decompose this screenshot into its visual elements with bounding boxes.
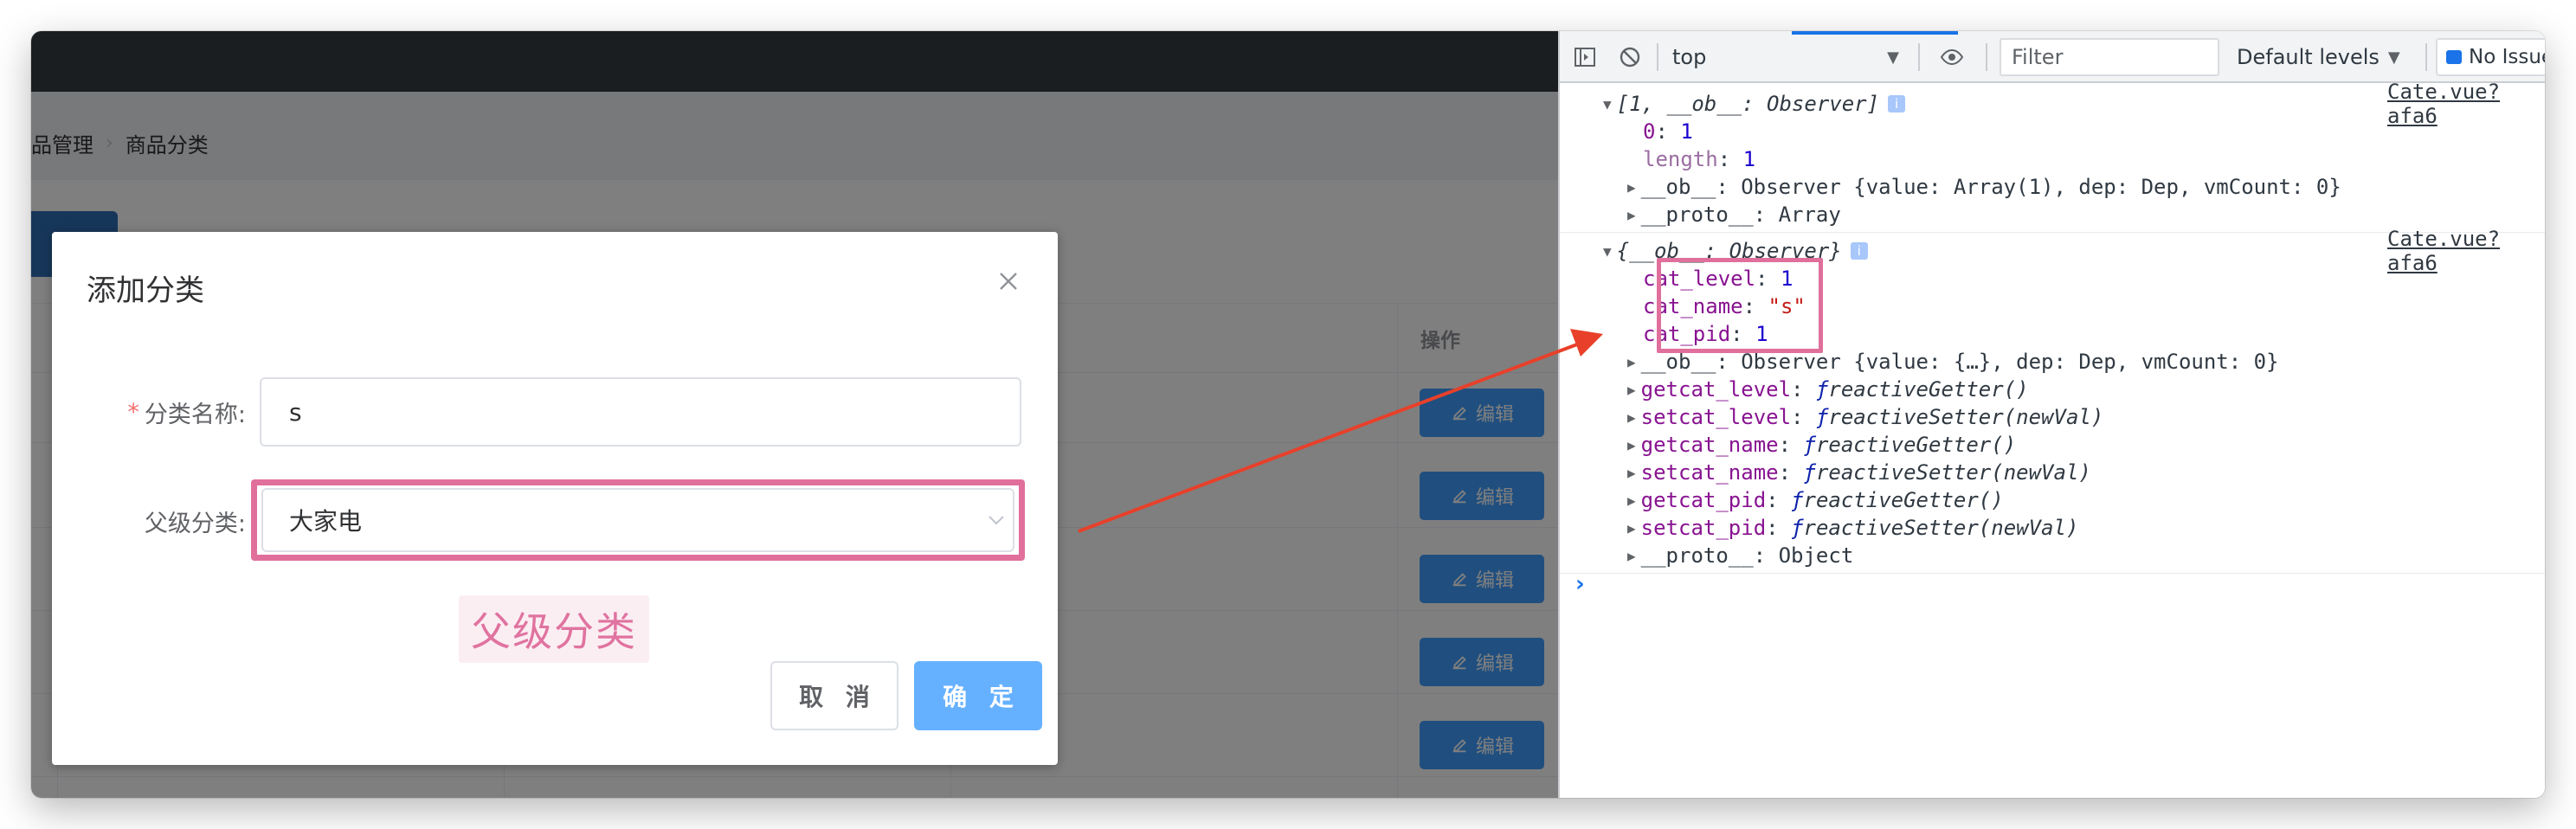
highlight-frame: [1657, 258, 1823, 353]
proto-line: __proto__: Object: [1640, 543, 1854, 568]
console-message-summary[interactable]: ▼ [1, __ob__: Observer] i: [1603, 90, 1906, 118]
category-name-input-value: s: [289, 397, 302, 427]
chevron-down-icon[interactable]: [987, 511, 1006, 530]
expand-triangle-icon[interactable]: ▶: [1627, 354, 1636, 370]
required-mark: *: [127, 398, 139, 426]
accessor-function: reactiveGetter(): [1803, 488, 2004, 512]
source-link[interactable]: Cate.vue?afa6: [2387, 80, 2545, 128]
accessor-name: cat_pid: [1678, 488, 1767, 512]
accessor-function: reactiveSetter(newVal): [1815, 460, 2091, 485]
expand-triangle-icon[interactable]: ▶: [1627, 409, 1636, 426]
accessor-name: cat_name: [1678, 433, 1779, 457]
source-link[interactable]: Cate.vue?afa6: [2387, 227, 2545, 275]
toolbar-divider: [1918, 43, 1920, 71]
expand-triangle-icon[interactable]: ▶: [1627, 207, 1636, 223]
message-divider: [1560, 573, 2545, 574]
accessor-function: reactiveGetter(): [1815, 433, 2017, 457]
browser-window: 商品管理 › 商品分类 加 操作 编辑 编辑: [31, 31, 2545, 798]
cancel-button[interactable]: 取 消: [770, 661, 898, 730]
dialog-title: 添加分类: [87, 273, 204, 308]
dropdown-triangle-icon: ▼: [1887, 48, 1899, 67]
devtools-console: top ▼ Filter Default levels ▼ No Issues …: [1558, 31, 2545, 798]
parent-category-cascader[interactable]: 大家电: [261, 488, 1014, 552]
property-value: 1: [1680, 119, 1693, 144]
category-name-label: * 分类名称:: [87, 395, 246, 429]
expand-triangle-icon[interactable]: ▶: [1627, 382, 1636, 398]
expand-triangle-icon[interactable]: ▼: [1603, 243, 1612, 260]
accessor-kind: set: [1640, 405, 1678, 429]
log-levels-dropdown[interactable]: Default levels ▼: [2237, 31, 2400, 83]
expand-triangle-icon[interactable]: ▶: [1627, 437, 1636, 453]
log-levels-label: Default levels: [2237, 45, 2380, 69]
expand-triangle-icon[interactable]: ▶: [1627, 179, 1636, 196]
expand-triangle-icon[interactable]: ▼: [1603, 96, 1612, 112]
accessor-property[interactable]: ▶ get cat_level: ƒ reactiveGetter(): [1627, 376, 2029, 403]
expand-triangle-icon[interactable]: ▶: [1627, 520, 1636, 537]
object-property[interactable]: ▶ __proto__: Object: [1627, 542, 1853, 569]
accessor-property[interactable]: ▶ set cat_name: ƒ reactiveSetter(newVal): [1627, 459, 2091, 486]
accessor-property[interactable]: ▶ get cat_pid: ƒ reactiveGetter(): [1627, 486, 2004, 514]
dropdown-triangle-icon: ▼: [2387, 48, 2400, 67]
expand-triangle-icon[interactable]: ▶: [1627, 548, 1636, 564]
eye-icon[interactable]: [1939, 31, 1965, 83]
property-key: 0: [1643, 119, 1656, 144]
issues-button[interactable]: No Issues: [2436, 38, 2545, 76]
toolbar-divider: [2425, 43, 2427, 71]
accessor-property[interactable]: ▶ set cat_level: ƒ reactiveSetter(newVal): [1627, 403, 2103, 431]
accessor-kind: get: [1640, 377, 1678, 402]
active-tab-indicator: [1792, 31, 1958, 35]
accessor-name: cat_level: [1678, 405, 1792, 429]
console-prompt[interactable]: ›: [1575, 571, 1585, 597]
property-value: 1: [1742, 147, 1756, 171]
category-name-label-text: 分类名称:: [144, 401, 246, 428]
close-icon[interactable]: [995, 268, 1021, 294]
accessor-property[interactable]: ▶ set cat_pid: ƒ reactiveSetter(newVal): [1627, 514, 2078, 542]
accessor-name: cat_level: [1678, 377, 1792, 402]
property-key: length: [1643, 147, 1718, 171]
info-icon: i: [1888, 95, 1906, 112]
accessor-function: reactiveSetter(newVal): [1828, 405, 2104, 429]
object-property[interactable]: ▶ __proto__: Array: [1627, 201, 1841, 228]
toggle-sidebar-icon[interactable]: [1572, 31, 1598, 83]
accessor-name: cat_pid: [1678, 516, 1767, 540]
parent-category-label: 父级分类:: [144, 510, 246, 537]
accessor-name: cat_name: [1678, 460, 1779, 485]
object-property: length: 1: [1643, 147, 1756, 171]
object-property: 0: 1: [1643, 119, 1693, 144]
object-summary: [1, __ob__: Observer]: [1616, 92, 1880, 116]
observer-line: __ob__: Observer {value: {…}, dep: Dep, …: [1640, 350, 2279, 374]
object-property[interactable]: ▶ __ob__: Observer {value: Array(1), dep:…: [1627, 173, 2341, 201]
annotation-label: 父级分类: [459, 595, 649, 663]
issues-label: No Issues: [2469, 46, 2545, 68]
accessor-property[interactable]: ▶ get cat_name: ƒ reactiveGetter(): [1627, 431, 2016, 459]
accessor-kind: set: [1640, 460, 1678, 485]
issues-icon: [2446, 50, 2462, 64]
console-filter-placeholder: Filter: [2012, 45, 2064, 69]
parent-category-cascader-value: 大家电: [289, 507, 363, 536]
proto-line: __proto__: Array: [1640, 202, 1841, 227]
observer-line: __ob__: Observer {value: Array(1), dep: …: [1640, 175, 2341, 199]
admin-app: 商品管理 › 商品分类 加 操作 编辑 编辑: [31, 31, 1558, 798]
accessor-kind: get: [1640, 433, 1678, 457]
context-selector-value: top: [1672, 45, 1707, 69]
accessor-kind: set: [1640, 516, 1678, 540]
accessor-kind: get: [1640, 488, 1678, 512]
context-selector[interactable]: top ▼: [1665, 38, 1908, 76]
category-name-input[interactable]: s: [260, 377, 1021, 447]
accessor-function: reactiveSetter(newVal): [1803, 516, 2079, 540]
toolbar-divider: [1657, 43, 1658, 71]
add-category-dialog: 添加分类 * 分类名称: s 父级分类: 大家电 父级分类 取 消 确 定: [52, 232, 1058, 765]
confirm-button[interactable]: 确 定: [914, 661, 1042, 730]
console-toolbar: top ▼ Filter Default levels ▼ No Issues: [1560, 31, 2545, 83]
accessor-function: reactiveGetter(): [1828, 377, 2029, 402]
expand-triangle-icon[interactable]: ▶: [1627, 492, 1636, 509]
clear-console-icon[interactable]: [1617, 31, 1643, 83]
toolbar-divider: [1986, 43, 1987, 71]
info-icon: i: [1850, 242, 1868, 260]
expand-triangle-icon[interactable]: ▶: [1627, 465, 1636, 481]
console-filter-input[interactable]: Filter: [2000, 38, 2219, 76]
